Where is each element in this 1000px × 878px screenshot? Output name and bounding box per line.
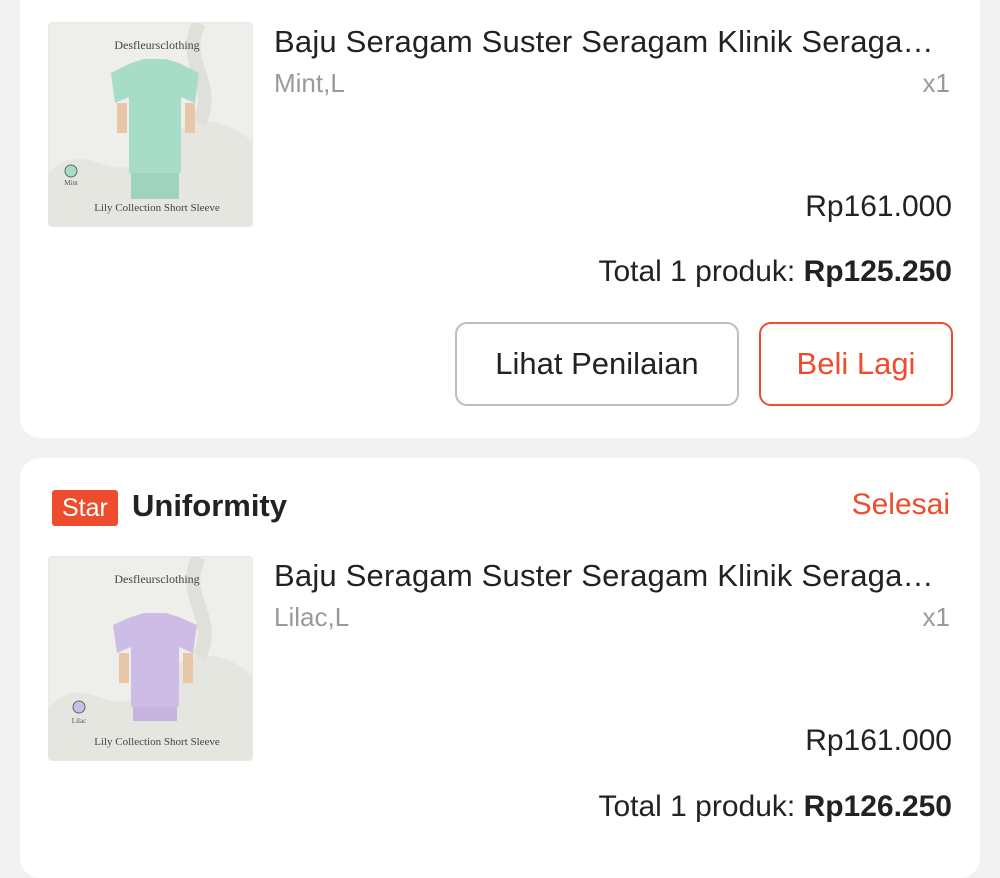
product-name[interactable]: Baju Seragam Suster Seragam Klinik Serag… <box>274 558 954 594</box>
view-review-button[interactable]: Lihat Penilaian <box>455 322 739 406</box>
buy-again-button[interactable]: Beli Lagi <box>759 322 953 406</box>
product-quantity: x1 <box>922 602 950 632</box>
product-photo-lilac: Desfleursclothing Lilac Lily Collection … <box>49 557 252 760</box>
product-image[interactable]: Desfleursclothing Lilac Lily Collection … <box>48 556 253 761</box>
product-photo-mint: Desfleursclothing Mint Lily Collection S… <box>49 23 252 226</box>
product-image[interactable]: Desfleursclothing Mint Lily Collection S… <box>48 22 253 227</box>
product-variant: Mint,L <box>274 68 345 98</box>
brand-watermark: Desfleursclothing <box>114 572 199 586</box>
order-total-label: Total 1 produk: <box>598 790 804 823</box>
order-card[interactable]: Star Uniformity Selesai Desfleursclothin… <box>20 458 980 878</box>
order-total-value: Rp126.250 <box>803 790 952 823</box>
product-price: Rp161.000 <box>805 724 952 757</box>
order-total: Total 1 produk: Rp126.250 <box>598 790 952 824</box>
order-total-value: Rp125.250 <box>803 255 952 288</box>
collection-caption: Lily Collection Short Sleeve <box>94 736 220 748</box>
shop-name[interactable]: Uniformity <box>132 488 287 524</box>
order-status: Selesai <box>851 488 950 521</box>
color-swatch-label: Lilac <box>72 717 86 725</box>
order-card[interactable]: Desfleursclothing Mint Lily Collection S… <box>20 0 980 438</box>
product-variant: Lilac,L <box>274 602 350 632</box>
order-total-label: Total 1 produk: <box>598 255 804 288</box>
order-total: Total 1 produk: Rp125.250 <box>598 255 952 289</box>
product-quantity: x1 <box>922 68 950 98</box>
product-name[interactable]: Baju Seragam Suster Seragam Klinik Serag… <box>274 24 954 60</box>
shop-badge: Star <box>52 490 118 526</box>
color-swatch-label: Mint <box>64 179 78 187</box>
brand-watermark: Desfleursclothing <box>114 38 199 52</box>
product-price: Rp161.000 <box>805 190 952 223</box>
collection-caption: Lily Collection Short Sleeve <box>94 202 220 214</box>
